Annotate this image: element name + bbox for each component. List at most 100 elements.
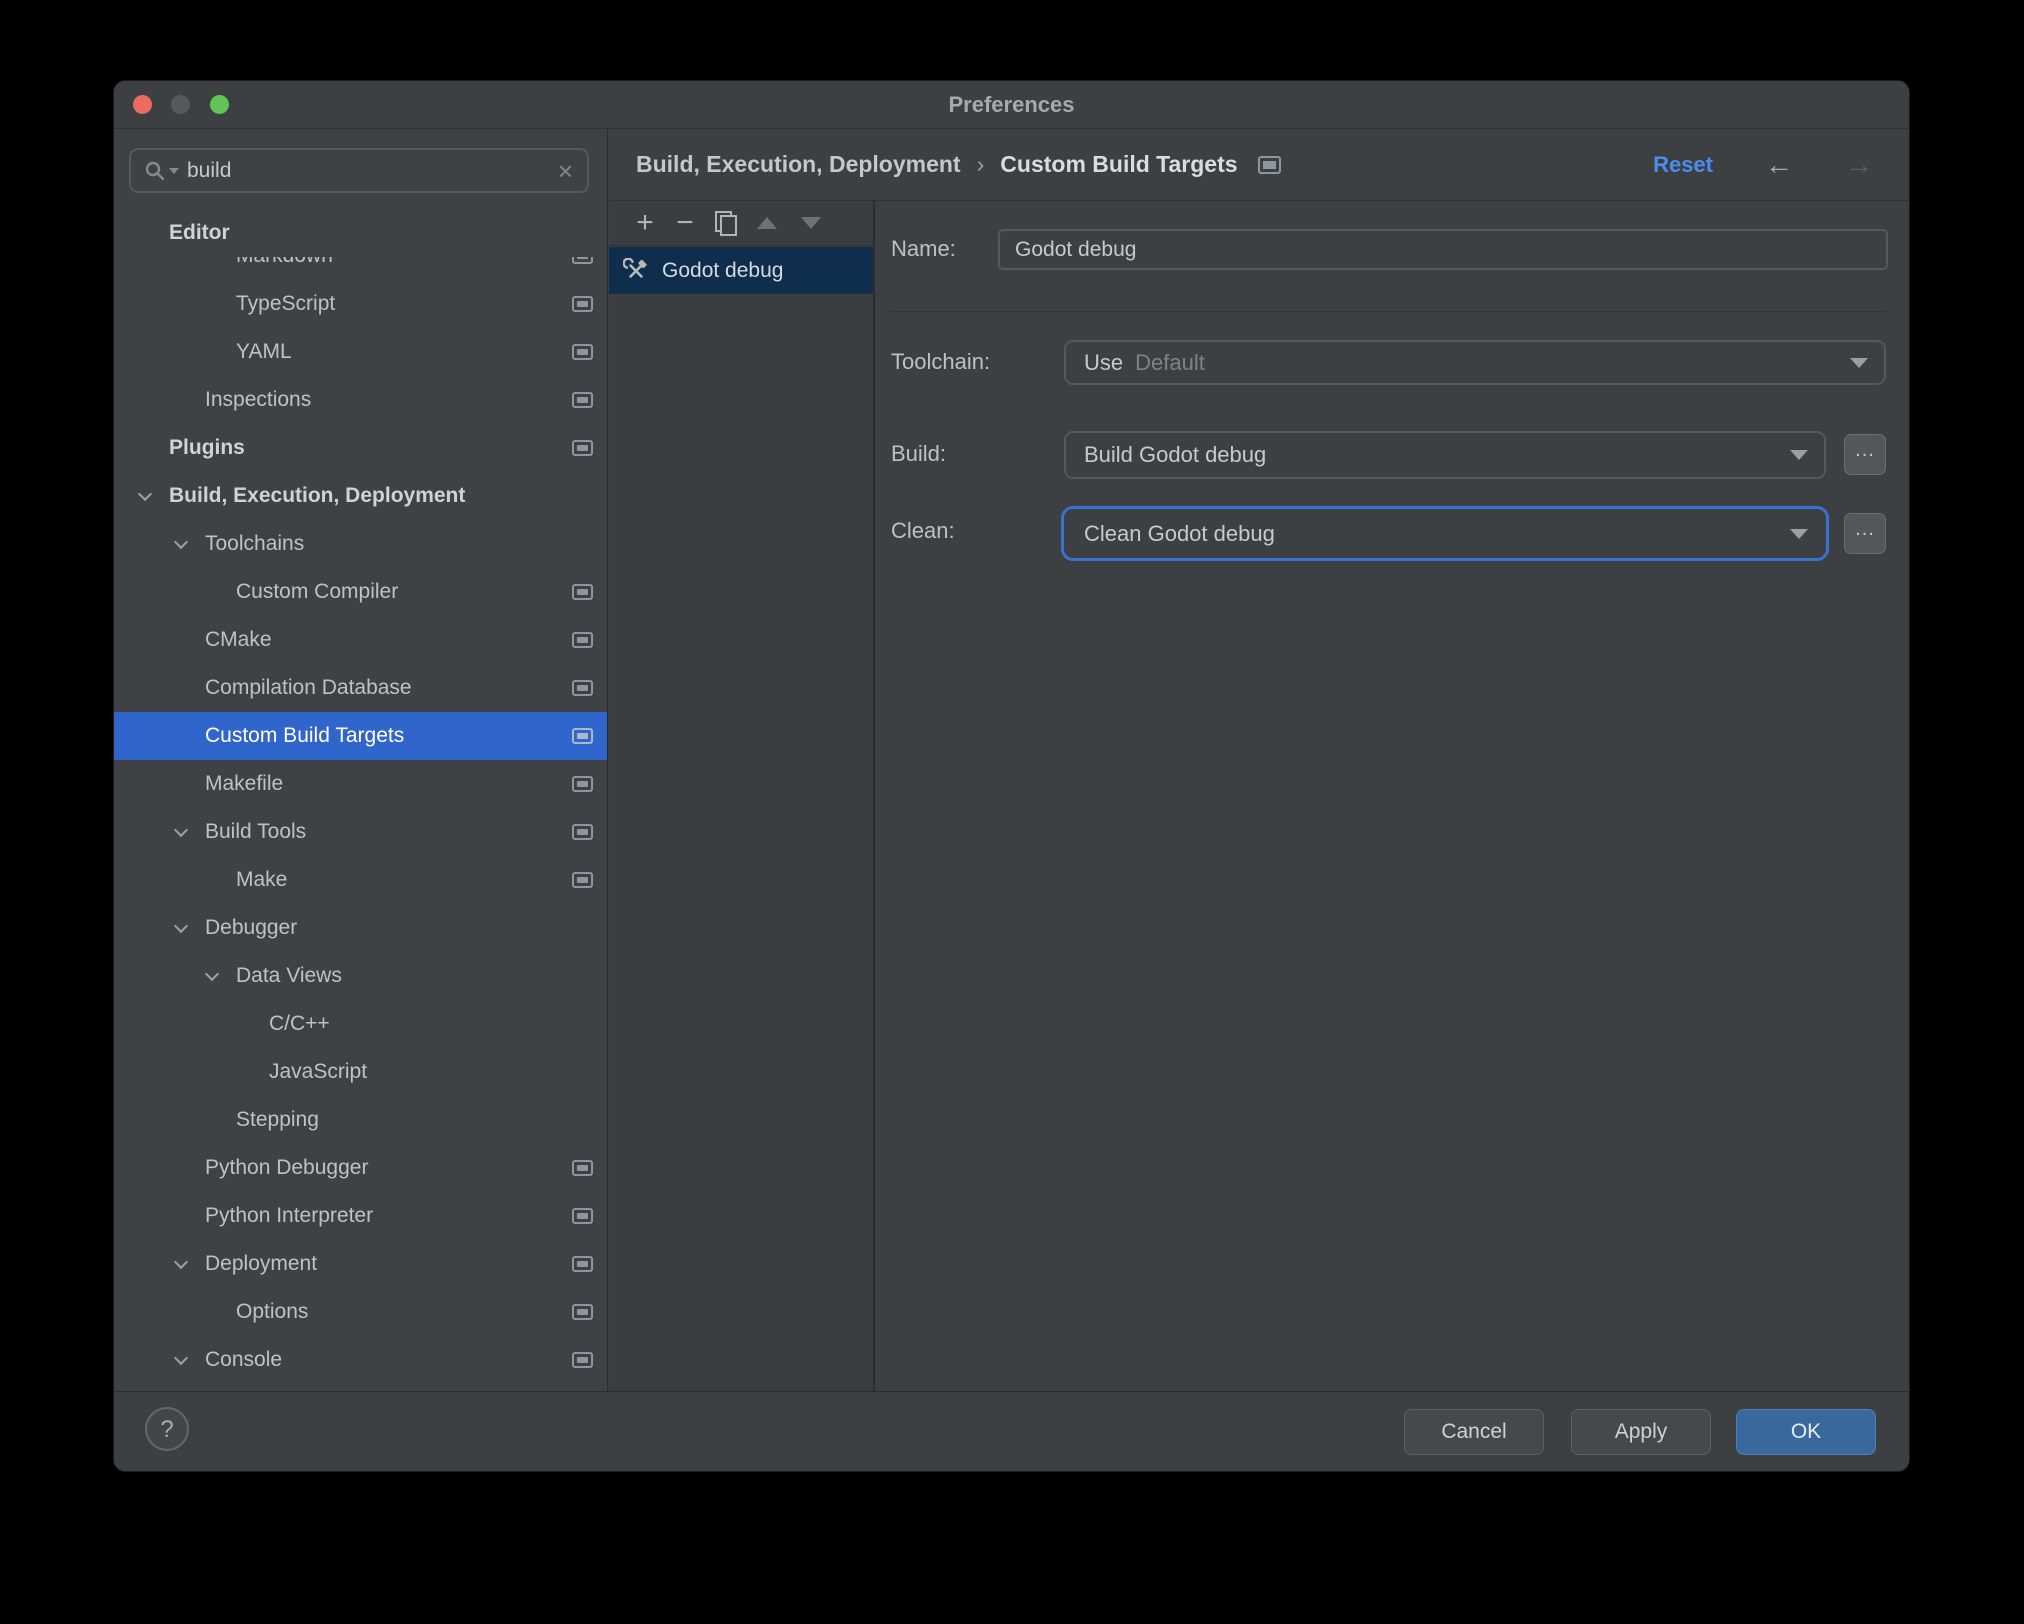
dialog-footer: ? Cancel Apply OK xyxy=(114,1391,1909,1471)
build-combobox[interactable]: Build Godot debug xyxy=(1064,431,1826,479)
sidebar-item-python-interpreter[interactable]: Python Interpreter xyxy=(114,1192,607,1240)
found-in-search-icon xyxy=(572,872,593,888)
sidebar-item-label: Make xyxy=(236,868,288,891)
found-in-search-icon xyxy=(572,776,593,792)
sidebar-item-console[interactable]: Console xyxy=(114,1336,607,1384)
sidebar-item-label: Build, Execution, Deployment xyxy=(169,484,466,507)
sidebar-item-label: Compilation Database xyxy=(205,676,412,699)
sidebar-item-label: Inspections xyxy=(205,388,312,411)
move-up-icon xyxy=(757,217,777,229)
sidebar-item-build-tools[interactable]: Build Tools xyxy=(114,808,607,856)
chevron-down-icon xyxy=(1790,528,1808,539)
reset-link[interactable]: Reset xyxy=(1653,152,1713,178)
ok-button[interactable]: OK xyxy=(1736,1409,1876,1455)
clean-browse-button[interactable]: ... xyxy=(1844,513,1886,554)
breadcrumb-parent[interactable]: Build, Execution, Deployment xyxy=(636,151,961,178)
duplicate-icon[interactable] xyxy=(715,211,737,236)
name-label: Name: xyxy=(891,236,956,261)
found-in-search-icon xyxy=(572,392,593,408)
name-field[interactable] xyxy=(998,229,1888,270)
cancel-button[interactable]: Cancel xyxy=(1404,1409,1544,1455)
breadcrumb-separator-icon: › xyxy=(976,151,985,177)
back-arrow-icon[interactable]: ← xyxy=(1765,150,1793,179)
sidebar-item-javascript[interactable]: JavaScript xyxy=(114,1048,607,1096)
found-in-search-icon xyxy=(1257,155,1281,174)
settings-sidebar: × EditorMarkdownTypeScriptYAMLInspection… xyxy=(114,129,608,1391)
sidebar-item-label: Editor xyxy=(169,221,230,244)
sidebar-item-editor[interactable]: Editor xyxy=(114,209,607,257)
build-value: Build Godot debug xyxy=(1084,442,1267,467)
sidebar-item-plugins[interactable]: Plugins xyxy=(114,424,607,472)
sidebar-item-label: Console xyxy=(205,1348,283,1371)
window-title: Preferences xyxy=(948,92,1075,117)
found-in-search-icon xyxy=(572,632,593,648)
sidebar-item-label: CMake xyxy=(205,628,272,651)
build-target-tools-icon xyxy=(623,257,647,278)
chevron-down-icon[interactable] xyxy=(173,822,189,838)
sidebar-item-make[interactable]: Make xyxy=(114,856,607,904)
sidebar-item-debugger[interactable]: Debugger xyxy=(114,904,607,952)
sidebar-item-toolchains[interactable]: Toolchains xyxy=(114,520,607,568)
chevron-down-icon[interactable] xyxy=(173,1254,189,1270)
sidebar-item-label: YAML xyxy=(236,340,292,363)
target-form: Name: Toolchain: Use Default Build: Buil… xyxy=(876,201,1909,1391)
move-down-icon xyxy=(801,217,821,229)
sidebar-item-c-c[interactable]: C/C++ xyxy=(114,1000,607,1048)
add-icon[interactable]: + xyxy=(625,208,665,238)
sidebar-item-yaml[interactable]: YAML xyxy=(114,328,607,376)
remove-icon[interactable]: − xyxy=(665,208,705,238)
found-in-search-icon xyxy=(572,440,593,456)
sidebar-item-typescript[interactable]: TypeScript xyxy=(114,280,607,328)
sidebar-item-label: Plugins xyxy=(169,436,245,459)
apply-button[interactable]: Apply xyxy=(1571,1409,1711,1455)
clean-label: Clean: xyxy=(891,518,955,543)
sidebar-item-label: Stepping xyxy=(236,1108,319,1131)
sidebar-item-build-execution-deployment[interactable]: Build, Execution, Deployment xyxy=(114,472,607,520)
sidebar-item-deployment[interactable]: Deployment xyxy=(114,1240,607,1288)
sidebar-item-label: Custom Compiler xyxy=(236,580,399,603)
toolchain-combobox[interactable]: Use Default xyxy=(1064,340,1886,385)
sidebar-item-options[interactable]: Options xyxy=(114,1288,607,1336)
breadcrumb-current: Custom Build Targets xyxy=(1000,151,1238,177)
sidebar-item-custom-compiler[interactable]: Custom Compiler xyxy=(114,568,607,616)
sidebar-item-custom-build-targets[interactable]: Custom Build Targets xyxy=(114,712,607,760)
found-in-search-icon xyxy=(572,344,593,360)
found-in-search-icon xyxy=(572,1352,593,1368)
sidebar-item-compilation-database[interactable]: Compilation Database xyxy=(114,664,607,712)
build-browse-button[interactable]: ... xyxy=(1844,434,1886,475)
sidebar-item-inspections[interactable]: Inspections xyxy=(114,376,607,424)
found-in-search-icon xyxy=(572,824,593,840)
chevron-down-icon[interactable] xyxy=(173,918,189,934)
sidebar-item-makefile[interactable]: Makefile xyxy=(114,760,607,808)
sidebar-item-data-views[interactable]: Data Views xyxy=(114,952,607,1000)
chevron-down-icon[interactable] xyxy=(173,534,189,550)
preferences-dialog: Preferences × EditorMarkdownTypeScriptYA… xyxy=(113,80,1910,1472)
chevron-down-icon[interactable] xyxy=(204,966,220,982)
sidebar-item-label: Options xyxy=(236,1300,309,1323)
sidebar-item-cmake[interactable]: CMake xyxy=(114,616,607,664)
chevron-down-icon[interactable] xyxy=(173,1350,189,1366)
sidebar-item-stepping[interactable]: Stepping xyxy=(114,1096,607,1144)
targets-toolbar: + − xyxy=(609,201,873,246)
build-label: Build: xyxy=(891,441,947,466)
target-list-item-label: Godot debug xyxy=(662,258,784,282)
sidebar-item-label: Toolchains xyxy=(205,532,305,555)
settings-header: Build, Execution, Deployment › Custom Bu… xyxy=(609,129,1909,201)
sidebar-item-label: Python Debugger xyxy=(205,1156,369,1179)
found-in-search-icon xyxy=(572,1304,593,1320)
sidebar-item-label: Debugger xyxy=(205,916,298,939)
help-button[interactable]: ? xyxy=(145,1407,189,1451)
chevron-down-icon xyxy=(1850,357,1868,368)
chevron-down-icon[interactable] xyxy=(137,486,153,502)
sidebar-item-label: Makefile xyxy=(205,772,284,795)
target-list-item-godot-debug[interactable]: Godot debug xyxy=(609,247,873,294)
forward-arrow-icon: → xyxy=(1845,148,1873,180)
sidebar-item-label: Deployment xyxy=(205,1252,318,1275)
form-separator xyxy=(891,311,1885,312)
found-in-search-icon xyxy=(572,680,593,696)
found-in-search-icon xyxy=(572,296,593,312)
found-in-search-icon xyxy=(572,728,593,744)
clean-combobox[interactable]: Clean Godot debug xyxy=(1064,509,1826,558)
sidebar-item-python-debugger[interactable]: Python Debugger xyxy=(114,1144,607,1192)
build-targets-panel: + − Godot debug xyxy=(609,201,875,1391)
